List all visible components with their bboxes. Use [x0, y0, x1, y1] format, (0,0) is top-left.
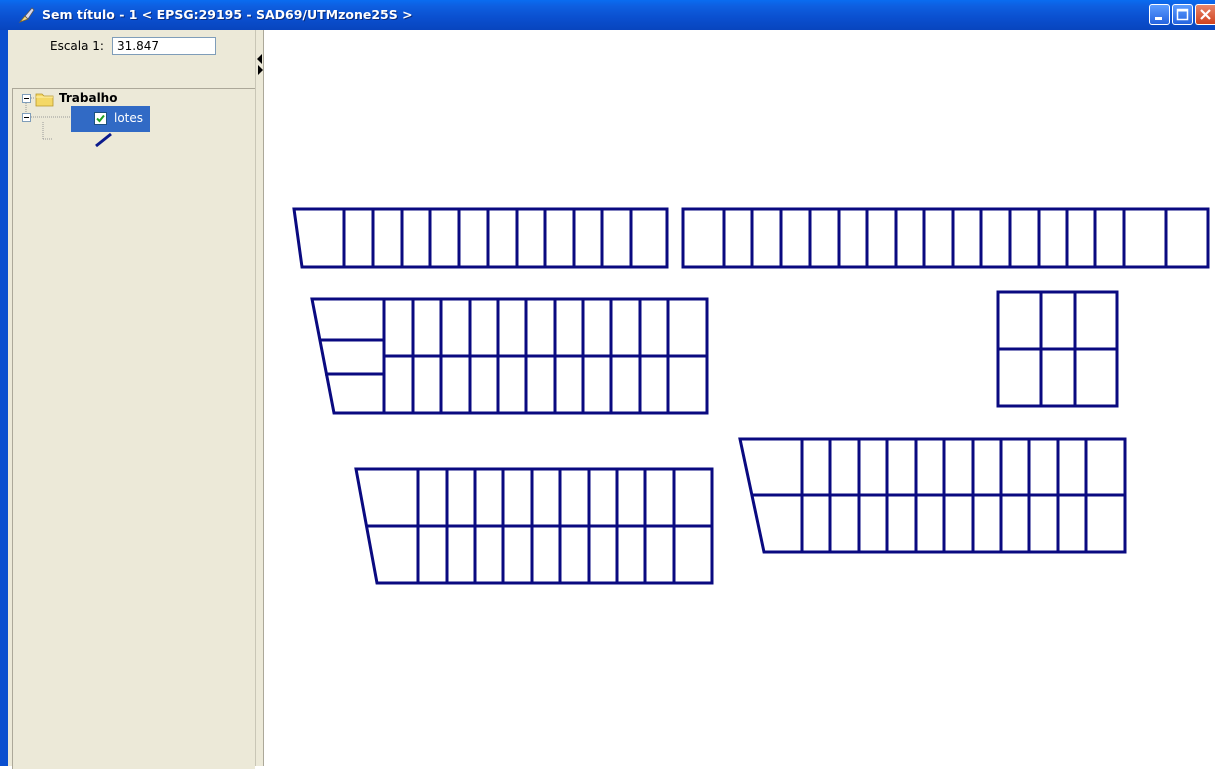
- window-title-bar[interactable]: Sem título - 1 < EPSG:29195 - SAD69/UTMz…: [0, 0, 1215, 30]
- map-canvas[interactable]: [264, 30, 1215, 766]
- line-symbol-icon: [95, 132, 112, 148]
- parcel-block-3: [310, 297, 709, 415]
- parcel-block-5: [738, 437, 1127, 554]
- parcel-block-6: [354, 467, 714, 585]
- folder-icon: [35, 93, 54, 107]
- layer-label: lotes: [114, 111, 144, 125]
- app-icon: [18, 7, 35, 23]
- scale-label: Escala 1:: [50, 39, 104, 53]
- parcel-block-4: [996, 290, 1119, 408]
- layer-panel: Escala 1: 31.847 Trabalho lotes: [8, 30, 255, 769]
- layer-item-lotes[interactable]: lotes: [71, 106, 150, 132]
- minimize-icon: [1155, 17, 1162, 20]
- maximize-icon: [1176, 8, 1189, 21]
- close-icon: [1200, 9, 1211, 20]
- window-frame-left: [0, 30, 8, 766]
- collapse-left-icon[interactable]: [257, 54, 262, 64]
- maximize-button[interactable]: [1172, 4, 1193, 25]
- panel-splitter[interactable]: [255, 30, 264, 766]
- map-svg[interactable]: [264, 30, 1215, 766]
- minimize-button[interactable]: [1149, 4, 1170, 25]
- scale-input[interactable]: 31.847: [112, 37, 216, 55]
- collapse-icon[interactable]: [22, 94, 31, 103]
- parcel-block-1: [292, 207, 669, 269]
- parcel-block-2: [681, 207, 1210, 269]
- window-title: Sem título - 1 < EPSG:29195 - SAD69/UTMz…: [42, 7, 413, 22]
- tree-root-label[interactable]: Trabalho: [59, 91, 117, 105]
- checkbox-icon[interactable]: [94, 112, 107, 125]
- layer-tree[interactable]: Trabalho lotes: [12, 88, 255, 769]
- expand-right-icon[interactable]: [258, 65, 263, 75]
- close-button[interactable]: [1195, 4, 1215, 25]
- collapse-layer-icon[interactable]: [22, 113, 31, 122]
